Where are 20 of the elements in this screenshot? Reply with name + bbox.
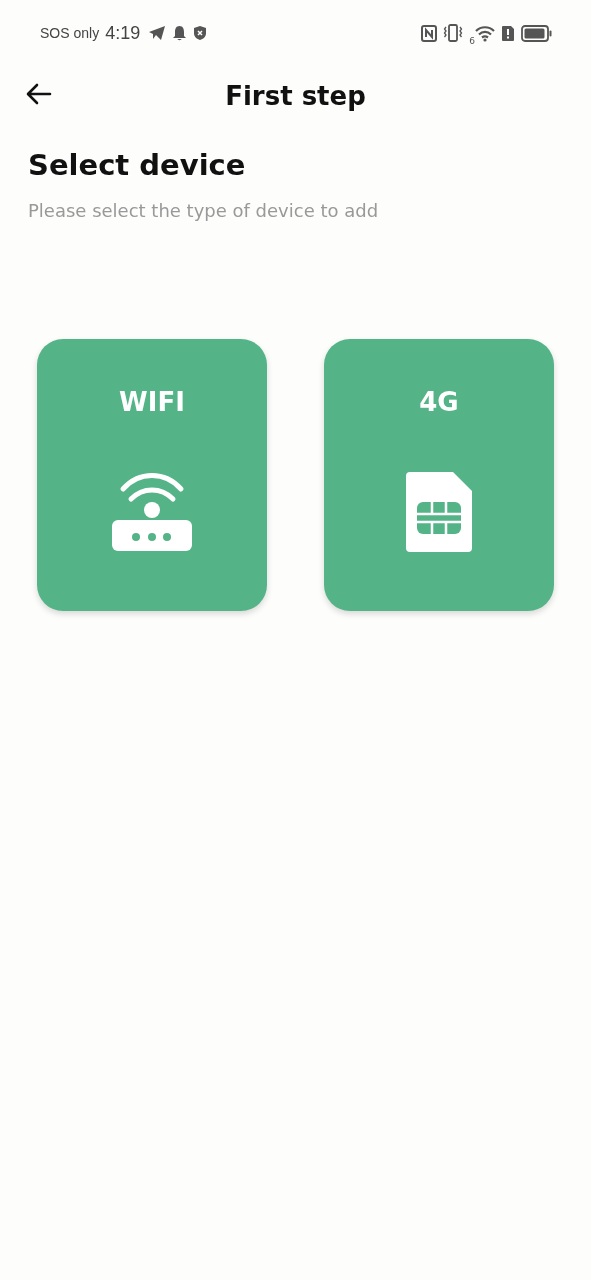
shield-icon [193,25,208,41]
back-button[interactable] [26,83,52,105]
wifi-icon [475,24,495,42]
bell-icon [172,25,188,41]
section-subtitle: Please select the type of device to add [28,200,380,221]
sim-card-icon [405,471,473,553]
section-heading: Select device [28,148,247,182]
carrier-text: SOS only [40,25,100,41]
nfc-icon [421,24,438,42]
vibrate-icon [443,24,464,42]
wifi-standard-text: 6 [469,36,475,46]
paper-plane-icon [148,25,167,41]
screen-title: First step [225,81,366,111]
device-type-card[interactable]: WIFI [37,339,267,611]
back-arrow-icon [26,83,52,105]
device-type-card[interactable]: 4G [324,339,554,611]
sim-alert-icon [501,24,515,42]
battery-icon [521,24,553,42]
clock-time: 4:19 [105,22,141,44]
router-icon [111,471,193,553]
